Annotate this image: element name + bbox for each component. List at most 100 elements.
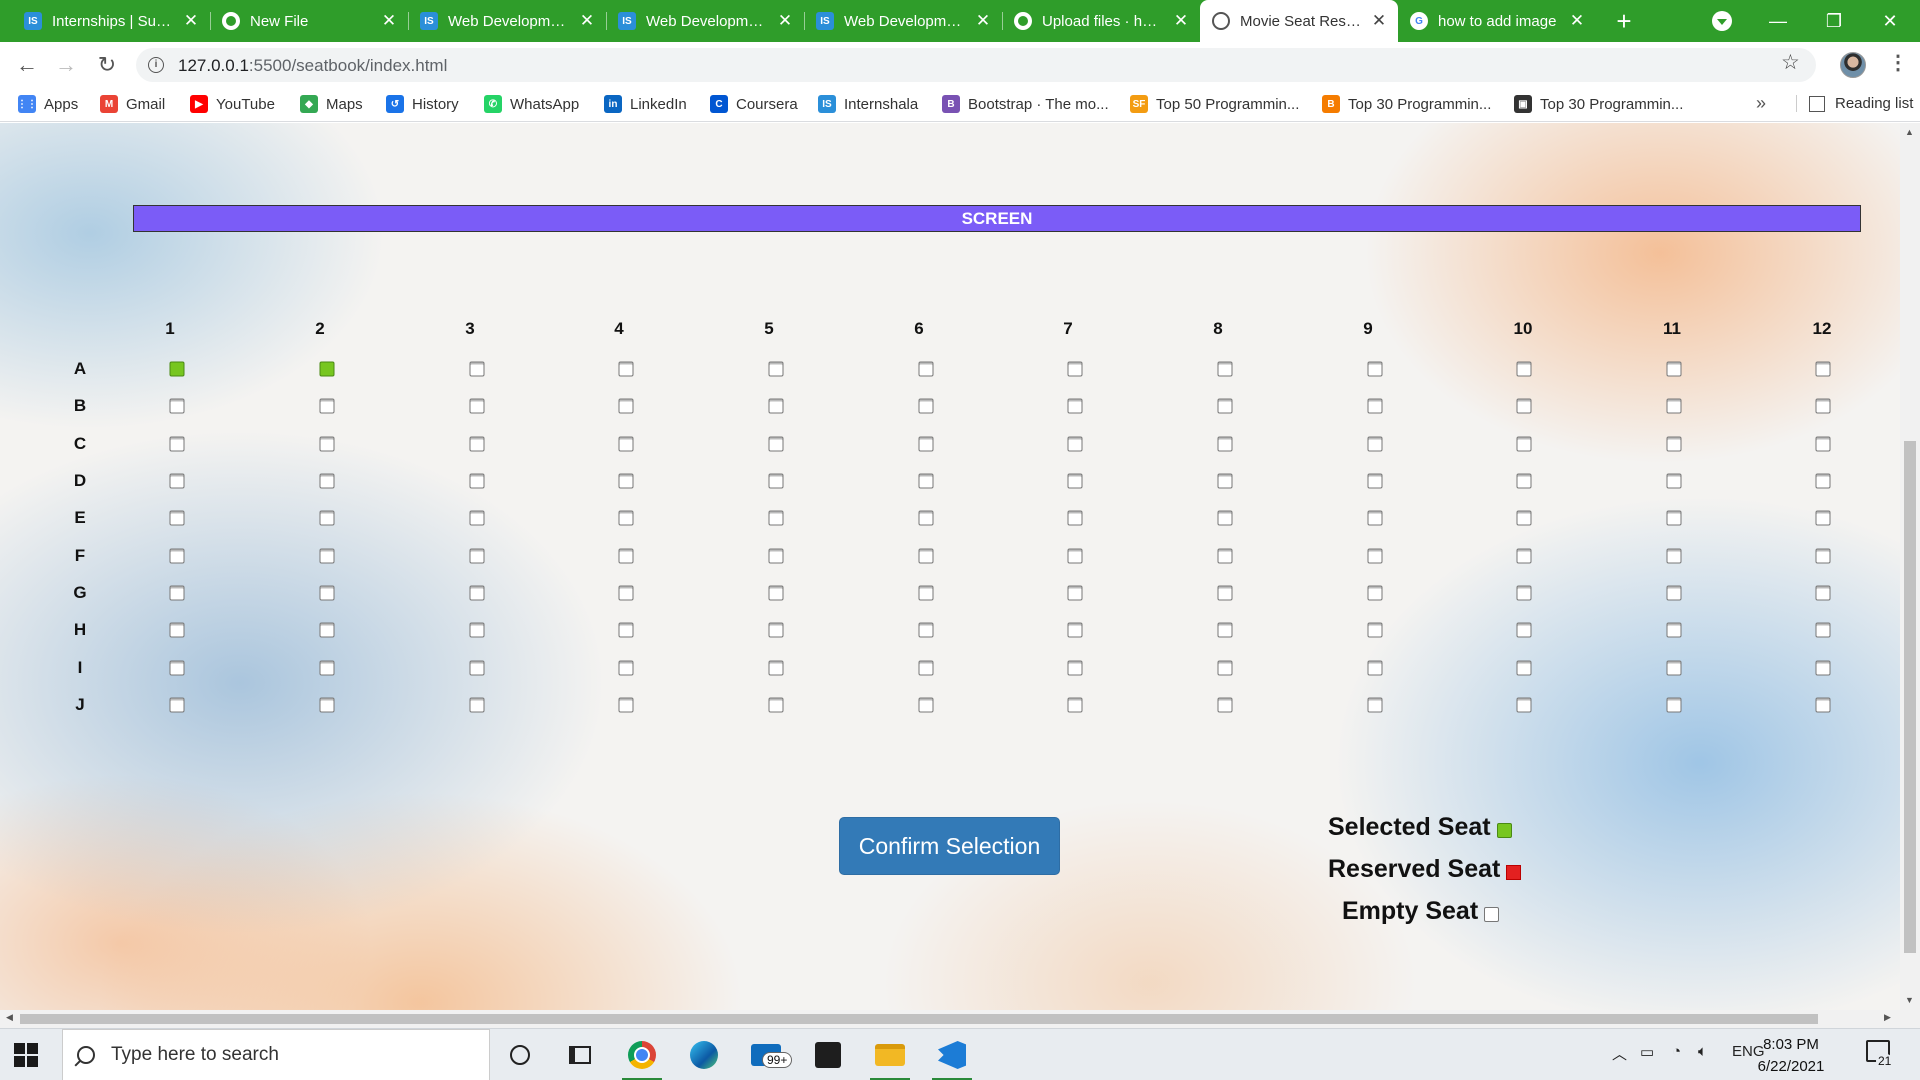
browser-tab[interactable]: Upload files · harsh ✕ bbox=[1002, 0, 1200, 42]
taskbar-search-box[interactable]: Type here to search bbox=[62, 1029, 490, 1080]
bookmark-item[interactable]: ◆ Maps bbox=[300, 95, 363, 113]
bookmark-item[interactable]: B Bootstrap · The mo... bbox=[942, 95, 1109, 113]
scroll-left-icon[interactable]: ◀ bbox=[6, 1012, 13, 1023]
tab-search-icon[interactable] bbox=[1712, 11, 1732, 31]
seat-checkbox[interactable] bbox=[1217, 398, 1233, 414]
seat-checkbox[interactable] bbox=[1516, 548, 1532, 564]
seat-checkbox[interactable] bbox=[1516, 622, 1532, 638]
browser-tab[interactable]: Movie Seat Reservation ✕ bbox=[1200, 0, 1398, 42]
seat-checkbox[interactable] bbox=[1666, 660, 1682, 676]
seat-checkbox[interactable] bbox=[1815, 697, 1831, 713]
taskbar-clock[interactable]: 8:03 PM 6/22/2021 bbox=[1752, 1034, 1830, 1078]
seat-checkbox[interactable] bbox=[469, 361, 485, 377]
seat-checkbox[interactable] bbox=[319, 622, 335, 638]
seat-checkbox[interactable] bbox=[1815, 473, 1831, 489]
vertical-scrollbar[interactable]: ▲ ▼ bbox=[1900, 123, 1920, 1010]
seat-checkbox[interactable] bbox=[169, 585, 185, 601]
bookmark-item[interactable]: in LinkedIn bbox=[604, 95, 687, 113]
bookmark-item[interactable]: M Gmail bbox=[100, 95, 165, 113]
seat-checkbox[interactable] bbox=[1217, 548, 1233, 564]
browser-tab[interactable]: IS Internships | Summer ✕ bbox=[12, 0, 210, 42]
seat-checkbox[interactable] bbox=[618, 585, 634, 601]
seat-checkbox[interactable] bbox=[1815, 548, 1831, 564]
seat-checkbox[interactable] bbox=[1367, 361, 1383, 377]
seat-checkbox[interactable] bbox=[319, 361, 335, 377]
seat-checkbox[interactable] bbox=[918, 622, 934, 638]
browser-tab[interactable]: New File ✕ bbox=[210, 0, 408, 42]
seat-checkbox[interactable] bbox=[1367, 473, 1383, 489]
seat-checkbox[interactable] bbox=[319, 510, 335, 526]
seat-checkbox[interactable] bbox=[169, 436, 185, 452]
seat-checkbox[interactable] bbox=[1666, 361, 1682, 377]
seat-checkbox[interactable] bbox=[918, 548, 934, 564]
scroll-up-icon[interactable]: ▲ bbox=[1905, 127, 1914, 137]
bookmark-item[interactable]: SF Top 50 Programmin... bbox=[1130, 95, 1299, 113]
seat-checkbox[interactable] bbox=[469, 660, 485, 676]
seat-checkbox[interactable] bbox=[768, 585, 784, 601]
seat-checkbox[interactable] bbox=[1815, 398, 1831, 414]
seat-checkbox[interactable] bbox=[618, 697, 634, 713]
seat-checkbox[interactable] bbox=[618, 473, 634, 489]
file-explorer-icon[interactable] bbox=[868, 1037, 912, 1080]
horizontal-scroll-thumb[interactable] bbox=[20, 1014, 1818, 1024]
battery-icon[interactable]: ▭ bbox=[1640, 1043, 1654, 1061]
seat-checkbox[interactable] bbox=[1666, 398, 1682, 414]
browser-menu-icon[interactable]: ⋮ bbox=[1888, 50, 1908, 75]
seat-checkbox[interactable] bbox=[469, 436, 485, 452]
seat-checkbox[interactable] bbox=[1067, 473, 1083, 489]
seat-checkbox[interactable] bbox=[1516, 697, 1532, 713]
show-hidden-icons-icon[interactable]: ︿ bbox=[1612, 1043, 1627, 1064]
address-bar[interactable]: i 127.0.0.1:5500/seatbook/index.html bbox=[136, 48, 1816, 82]
store-icon[interactable] bbox=[806, 1037, 850, 1073]
confirm-selection-button[interactable]: Confirm Selection bbox=[839, 817, 1060, 875]
seat-checkbox[interactable] bbox=[918, 436, 934, 452]
seat-checkbox[interactable] bbox=[1217, 660, 1233, 676]
reload-button[interactable]: ↻ bbox=[93, 51, 121, 79]
seat-checkbox[interactable] bbox=[1067, 361, 1083, 377]
seat-checkbox[interactable] bbox=[469, 398, 485, 414]
seat-checkbox[interactable] bbox=[319, 660, 335, 676]
vscode-icon[interactable] bbox=[930, 1037, 974, 1080]
seat-checkbox[interactable] bbox=[319, 473, 335, 489]
seat-checkbox[interactable] bbox=[1217, 436, 1233, 452]
more-bookmarks-icon[interactable]: » bbox=[1756, 93, 1766, 114]
seat-checkbox[interactable] bbox=[1666, 548, 1682, 564]
seat-checkbox[interactable] bbox=[169, 697, 185, 713]
seat-checkbox[interactable] bbox=[169, 510, 185, 526]
wifi-icon[interactable]: ◔ bbox=[1672, 1043, 1681, 1060]
close-window-button[interactable]: ✕ bbox=[1862, 0, 1918, 42]
seat-checkbox[interactable] bbox=[469, 622, 485, 638]
seat-checkbox[interactable] bbox=[618, 548, 634, 564]
bookmark-item[interactable]: C Coursera bbox=[710, 95, 798, 113]
seat-checkbox[interactable] bbox=[1217, 473, 1233, 489]
bookmark-item[interactable]: ✆ WhatsApp bbox=[484, 95, 579, 113]
seat-checkbox[interactable] bbox=[618, 660, 634, 676]
seat-checkbox[interactable] bbox=[618, 622, 634, 638]
seat-checkbox[interactable] bbox=[918, 510, 934, 526]
seat-checkbox[interactable] bbox=[1815, 622, 1831, 638]
seat-checkbox[interactable] bbox=[1367, 697, 1383, 713]
browser-tab[interactable]: IS Web Development ✕ bbox=[804, 0, 1002, 42]
seat-checkbox[interactable] bbox=[918, 361, 934, 377]
edge-icon[interactable] bbox=[682, 1037, 726, 1073]
browser-tab[interactable]: IS Web Development ✕ bbox=[408, 0, 606, 42]
bookmark-item[interactable]: ⋮⋮ Apps bbox=[17, 95, 78, 113]
seat-checkbox[interactable] bbox=[1367, 510, 1383, 526]
scroll-right-icon[interactable]: ▶ bbox=[1884, 1012, 1891, 1023]
seat-checkbox[interactable] bbox=[1067, 585, 1083, 601]
seat-checkbox[interactable] bbox=[1666, 585, 1682, 601]
forward-button[interactable]: → bbox=[52, 51, 80, 79]
seat-checkbox[interactable] bbox=[1367, 398, 1383, 414]
seat-checkbox[interactable] bbox=[1516, 398, 1532, 414]
bookmark-star-icon[interactable]: ☆ bbox=[1781, 50, 1800, 75]
seat-checkbox[interactable] bbox=[1666, 510, 1682, 526]
seat-checkbox[interactable] bbox=[1666, 697, 1682, 713]
seat-checkbox[interactable] bbox=[1516, 473, 1532, 489]
chrome-icon[interactable] bbox=[620, 1037, 664, 1080]
horizontal-scrollbar[interactable]: ◀ ▶ bbox=[0, 1010, 1920, 1028]
seat-checkbox[interactable] bbox=[768, 436, 784, 452]
vertical-scroll-thumb[interactable] bbox=[1904, 441, 1916, 953]
seat-checkbox[interactable] bbox=[469, 510, 485, 526]
seat-checkbox[interactable] bbox=[1367, 548, 1383, 564]
minimize-button[interactable]: — bbox=[1750, 0, 1806, 42]
